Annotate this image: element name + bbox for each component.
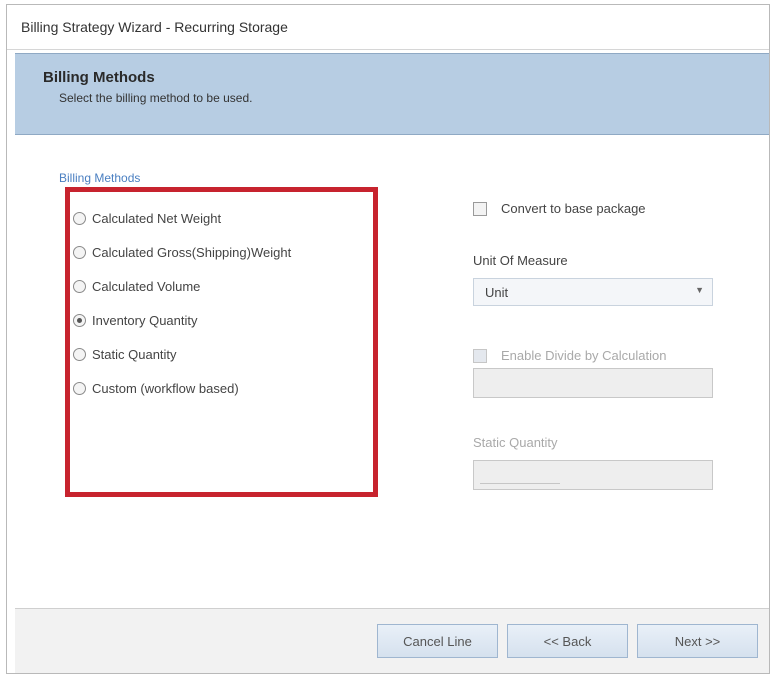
wizard-content: Billing Methods Calculated Net Weight Cal…	[15, 135, 769, 609]
static-quantity-underline	[480, 483, 560, 484]
unit-of-measure-value: Unit	[485, 285, 509, 300]
billing-methods-group-label: Billing Methods	[59, 171, 141, 185]
billing-method-option[interactable]: Calculated Net Weight	[73, 201, 291, 235]
billing-methods-radio-group: Calculated Net Weight Calculated Gross(Sh…	[73, 201, 291, 405]
radio-button[interactable]	[73, 245, 86, 259]
title-bar: Billing Strategy Wizard - Recurring Stor…	[7, 5, 769, 50]
back-button[interactable]: << Back	[507, 624, 628, 658]
billing-method-label: Custom (workflow based)	[92, 380, 239, 396]
unit-of-measure-label: Unit Of Measure	[473, 253, 568, 268]
billing-method-label: Calculated Volume	[92, 278, 201, 294]
convert-checkbox-label: Convert to base package	[501, 201, 646, 216]
radio-button[interactable]	[73, 347, 86, 361]
convert-checkbox-box[interactable]	[473, 201, 487, 216]
billing-method-label: Calculated Net Weight	[92, 210, 222, 226]
billing-method-label: Calculated Gross(Shipping)Weight	[92, 244, 292, 260]
billing-method-label: Static Quantity	[92, 346, 177, 362]
static-quantity-input[interactable]	[473, 460, 713, 490]
next-button[interactable]: Next >>	[637, 624, 758, 658]
static-quantity-label: Static Quantity	[473, 435, 558, 450]
page-subtitle: Select the billing method to be used.	[59, 91, 253, 105]
billing-method-option[interactable]: Static Quantity	[73, 337, 291, 371]
unit-of-measure-select[interactable]: Unit ▼	[473, 278, 713, 306]
wizard-footer: Cancel Line << Back Next >>	[15, 608, 769, 673]
radio-button[interactable]	[73, 279, 86, 293]
billing-method-label: Inventory Quantity	[92, 312, 198, 328]
chevron-down-icon[interactable]: ▼	[695, 285, 704, 295]
billing-method-option[interactable]: Custom (workflow based)	[73, 371, 291, 405]
billing-method-option[interactable]: Calculated Gross(Shipping)Weight	[73, 235, 291, 269]
window-title: Billing Strategy Wizard - Recurring Stor…	[21, 19, 288, 35]
cancel-line-button[interactable]: Cancel Line	[377, 624, 498, 658]
radio-button[interactable]	[73, 381, 86, 395]
radio-button[interactable]	[73, 211, 86, 225]
convert-to-base-package-checkbox[interactable]: Convert to base package	[473, 201, 646, 216]
wizard-window: Billing Strategy Wizard - Recurring Stor…	[6, 4, 770, 674]
enable-divide-checkbox-label: Enable Divide by Calculation	[501, 348, 667, 363]
page-header: Billing Methods Select the billing metho…	[15, 53, 769, 135]
enable-divide-checkbox-box[interactable]	[473, 348, 487, 363]
enable-divide-by-calculation-checkbox[interactable]: Enable Divide by Calculation	[473, 348, 666, 363]
divide-calculation-input[interactable]	[473, 368, 713, 398]
radio-button[interactable]	[73, 313, 86, 327]
billing-method-option[interactable]: Calculated Volume	[73, 269, 291, 303]
billing-method-option[interactable]: Inventory Quantity	[73, 303, 291, 337]
page-title: Billing Methods	[43, 69, 155, 86]
